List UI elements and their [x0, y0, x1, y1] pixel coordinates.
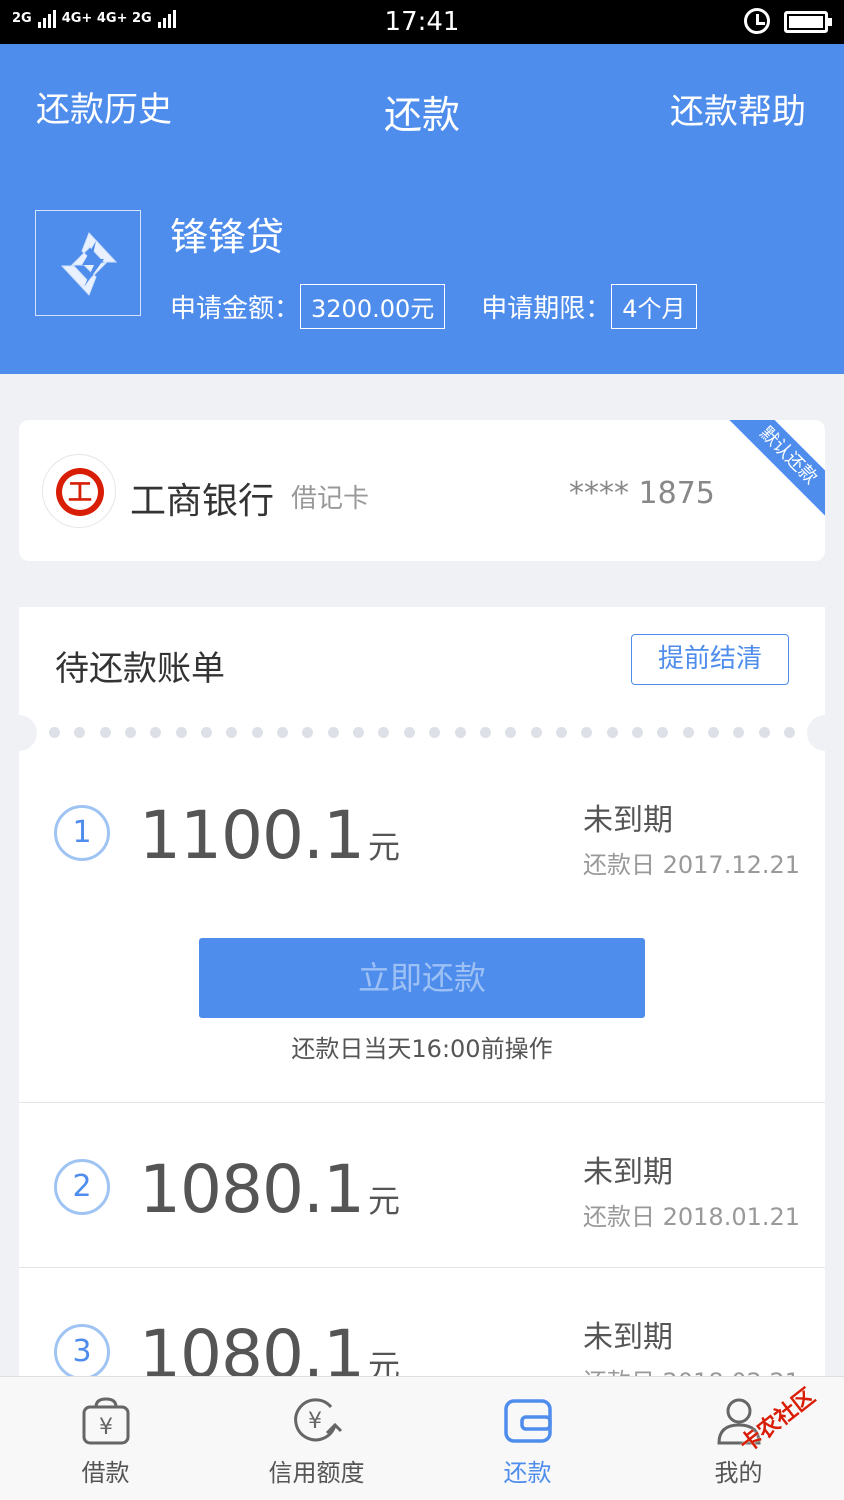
perforation-dot [429, 727, 441, 738]
bank-card[interactable]: 工商银行 借记卡 **** 1875 默认还款 [19, 420, 825, 561]
early-settle-button[interactable]: 提前结清 [631, 634, 789, 685]
repay-icon [504, 1399, 552, 1443]
perforation-dot [125, 727, 137, 738]
perforation-dot [49, 727, 60, 738]
perforation-dot [682, 727, 694, 738]
tab-repay[interactable]: 还款 [422, 1377, 633, 1500]
bill-amount: 1080.1 元 [139, 1151, 400, 1228]
perforation-dot [530, 727, 542, 738]
perforation-dot [226, 727, 238, 738]
perforation-dot [581, 727, 593, 738]
perforation-dot [657, 727, 669, 738]
perforation-dot [150, 727, 162, 738]
pay-note: 还款日当天16:00前操作 [291, 1035, 553, 1063]
tab-label: 还款 [503, 1459, 552, 1487]
bank-logo-icon [42, 454, 116, 528]
bill-title: 待还款账单 [55, 649, 225, 689]
clock: 17:41 [384, 7, 460, 37]
bill-amount: 1080.1 元 [139, 1316, 400, 1376]
perforation-dot [175, 727, 187, 738]
tab-label: 信用额度 [268, 1459, 365, 1487]
period-label: 申请期限： [481, 294, 612, 324]
installment-number: 3 [54, 1324, 110, 1376]
perforation-dot [327, 727, 339, 738]
perforation-dot [606, 727, 618, 738]
credit-icon: ¥ [294, 1398, 343, 1442]
lightning-icon [60, 232, 118, 296]
installment-number: 1 [54, 805, 110, 861]
pay-now-button[interactable]: 立即还款 [199, 938, 645, 1018]
perforation-divider [1, 715, 843, 751]
amount-label: 申请金额： [170, 294, 301, 324]
tab-credit[interactable]: ¥ 信用额度 [211, 1377, 422, 1500]
installment-number: 2 [54, 1159, 110, 1215]
perforation-dot [99, 727, 111, 738]
card-number: **** 1875 [569, 476, 715, 511]
perforation-dot [505, 727, 517, 738]
loan-icon: ¥ [82, 1397, 130, 1445]
tab-label: 借款 [81, 1459, 130, 1487]
alarm-icon [744, 8, 770, 34]
bill-item: 3 1080.1元 未到期 还款日 2018.02.21 [19, 1268, 825, 1376]
perforation-dot [353, 727, 365, 738]
tab-bar: ¥ 借款 ¥ 信用额度 还款 我的 [0, 1376, 844, 1500]
perforation-dot [733, 727, 745, 738]
perforation-dot [479, 727, 491, 738]
svg-text:¥: ¥ [308, 1409, 322, 1434]
perforation-dot [277, 727, 289, 738]
perforation-dot [454, 727, 466, 738]
product-logo [35, 210, 141, 316]
bill-item: 2 1080.1 元 未到期 还款日 2018.01.21 [19, 1103, 825, 1268]
header: 还款历史 还款 还款帮助 锋锋贷 申请金额： 3200.00元 申请期限： 4个… [0, 44, 844, 374]
status-bar: 2G 4G+ 4G+ 2G 17:41 [0, 0, 844, 44]
repayment-help-link[interactable]: 还款帮助 [670, 84, 806, 133]
perforation-dot [302, 727, 314, 738]
bill-list: 1 1100.1 元 未到期 还款日 2017.12.21 立即还款 还款日当天1… [19, 751, 825, 1376]
bill-section-header: 待还款账单 提前结清 [19, 607, 825, 717]
perforation-dot [201, 727, 213, 738]
application-info: 申请金额： 3200.00元 申请期限： 4个月 [170, 284, 733, 329]
bill-due-date: 还款日 2018.02.21 [583, 1362, 800, 1376]
bill-due-date: 还款日 2018.01.21 [583, 1203, 801, 1231]
bill-status: 未到期 [583, 803, 673, 838]
svg-text:¥: ¥ [99, 1415, 113, 1440]
bill-due-date: 还款日 2017.12.21 [583, 851, 801, 879]
product-name: 锋锋贷 [170, 215, 285, 259]
card-type: 借记卡 [291, 484, 370, 514]
perforation-dot [403, 727, 415, 738]
bill-status: 未到期 [583, 1155, 673, 1190]
perforation-dot [378, 727, 390, 738]
bill-amount: 1100.1 元 [139, 797, 400, 874]
period-value: 4个月 [611, 284, 697, 329]
perforation-dot [783, 727, 795, 738]
perforation-dot [555, 727, 567, 738]
perforation-dot [251, 727, 263, 738]
battery-icon [784, 11, 832, 33]
bank-name: 工商银行 [130, 481, 275, 522]
bill-status: 未到期 [583, 1320, 673, 1355]
perforation-dot [631, 727, 643, 738]
perforation-dot [707, 727, 719, 738]
amount-value: 3200.00元 [300, 284, 446, 329]
tab-loan[interactable]: ¥ 借款 [0, 1377, 211, 1500]
bill-item: 1 1100.1 元 未到期 还款日 2017.12.21 立即还款 还款日当天1… [19, 751, 825, 1103]
perforation-dot [74, 727, 86, 738]
default-repay-ribbon: 默认还款 [723, 420, 825, 521]
perforation-dot [758, 727, 770, 738]
tab-label: 我的 [714, 1459, 763, 1487]
